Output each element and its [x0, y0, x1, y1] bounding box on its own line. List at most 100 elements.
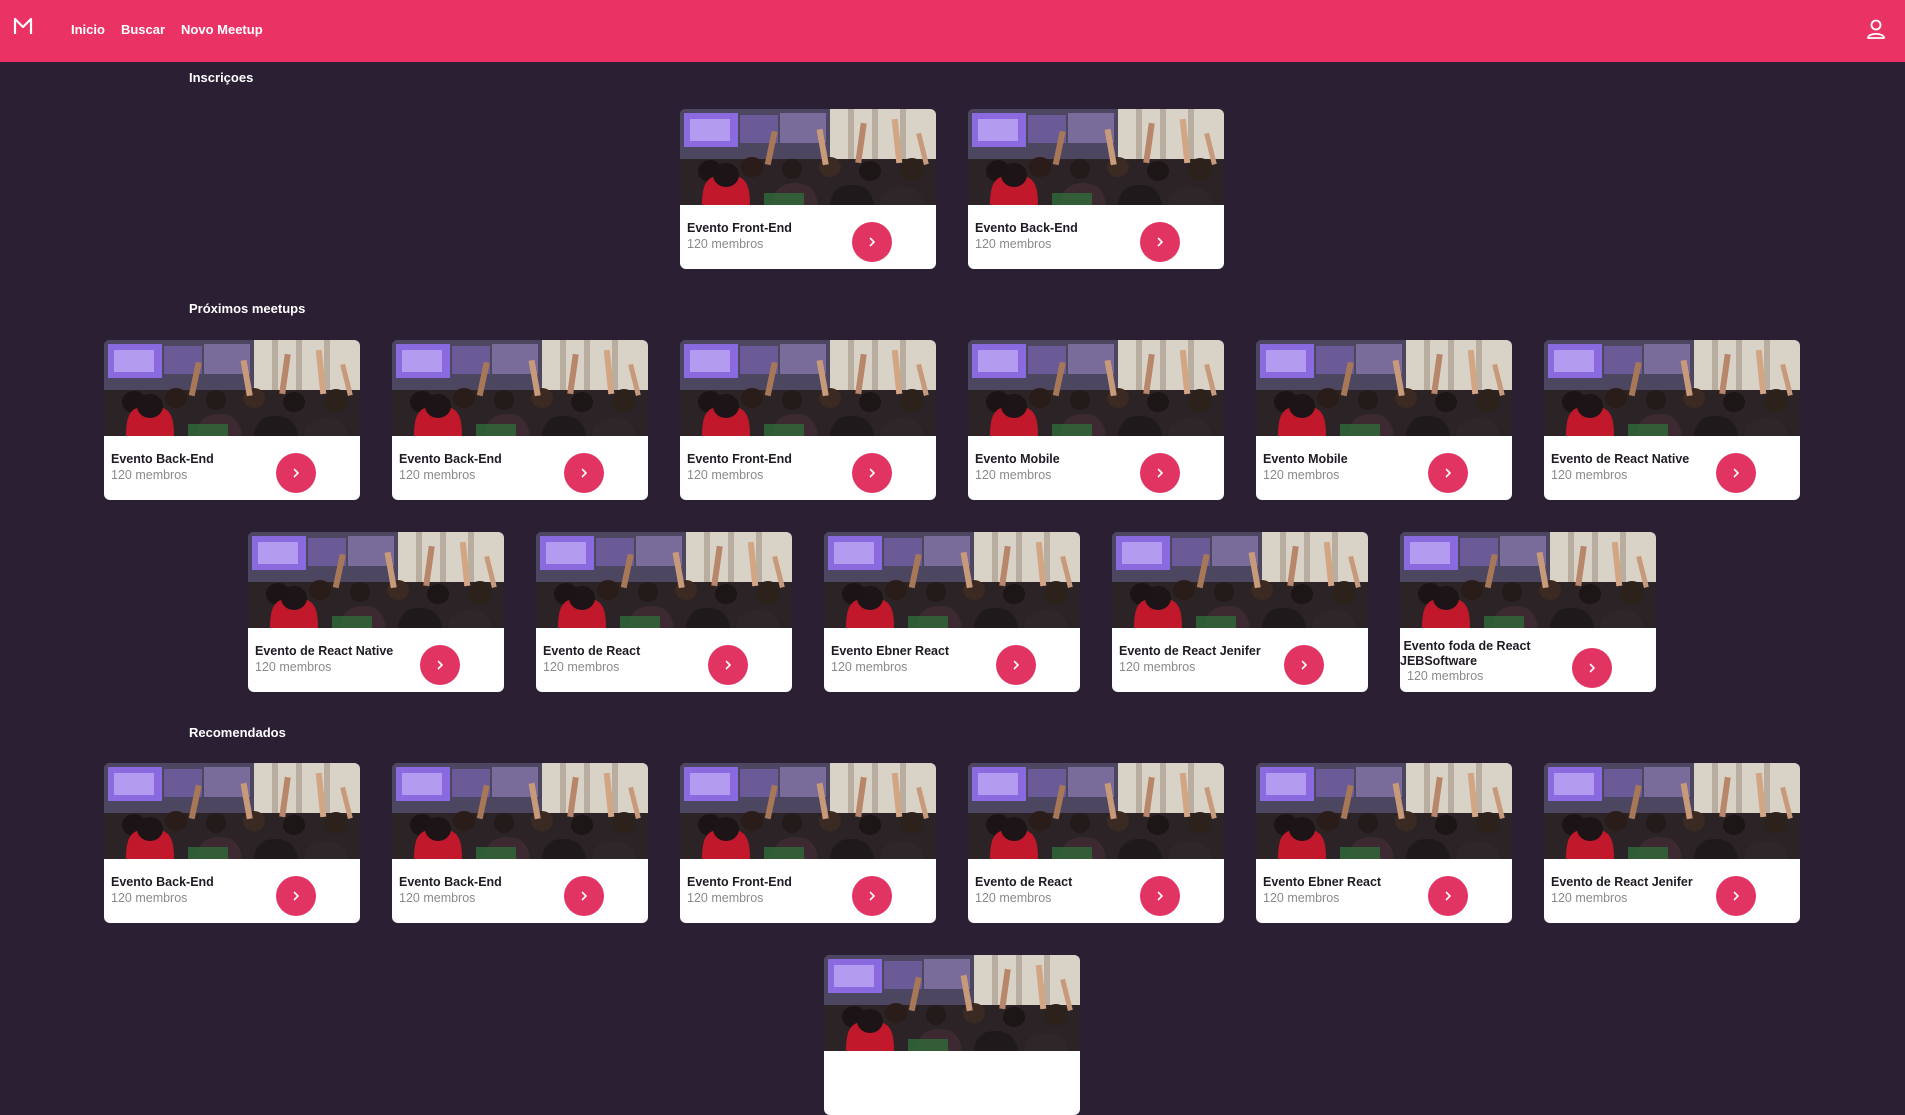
- chevron-right-icon: [293, 468, 299, 478]
- top-navbar: Inicio Buscar Novo Meetup: [0, 0, 1905, 62]
- meetup-card-members: 120 membros: [1407, 669, 1484, 683]
- meetup-logo-icon[interactable]: [13, 16, 33, 36]
- event-photo: [968, 763, 1224, 859]
- open-meetup-button[interactable]: [996, 645, 1036, 685]
- meetup-card-title: Evento de React Jenifer: [1551, 875, 1693, 889]
- event-photo: [824, 532, 1080, 628]
- chevron-right-icon: [869, 468, 875, 478]
- meetup-card[interactable]: Evento de React Native 120 membros: [248, 532, 504, 692]
- meetup-card-members: 120 membros: [975, 891, 1052, 905]
- open-meetup-button[interactable]: [276, 876, 316, 916]
- open-meetup-button[interactable]: [708, 645, 748, 685]
- open-meetup-button[interactable]: [1716, 876, 1756, 916]
- event-photo: [1400, 532, 1656, 628]
- meetup-card-title: Evento Back-End: [111, 452, 214, 466]
- meetup-card[interactable]: Evento Front-End 120 membros: [680, 340, 936, 500]
- meetup-card-members: 120 membros: [687, 891, 764, 905]
- meetup-card[interactable]: Evento de React 120 membros: [536, 532, 792, 692]
- meetup-card-members: 120 membros: [975, 237, 1052, 251]
- open-meetup-button[interactable]: [276, 453, 316, 493]
- open-meetup-button[interactable]: [852, 453, 892, 493]
- chevron-right-icon: [1445, 891, 1451, 901]
- open-meetup-button[interactable]: [852, 876, 892, 916]
- open-meetup-button[interactable]: [852, 222, 892, 262]
- event-photo: [392, 340, 648, 436]
- open-meetup-button[interactable]: [1140, 453, 1180, 493]
- meetup-card-partial[interactable]: [824, 955, 1080, 1115]
- event-photo: [1256, 340, 1512, 436]
- meetup-card-title: Evento Ebner React: [831, 644, 950, 658]
- meetup-card[interactable]: Evento Mobile 120 membros: [1256, 340, 1512, 500]
- meetup-card[interactable]: Evento de React Jenifer 120 membros: [1112, 532, 1368, 692]
- event-photo: [1256, 763, 1512, 859]
- meetup-card[interactable]: Evento foda de React JEBSoftware 120 memb…: [1400, 532, 1656, 692]
- chevron-right-icon: [1157, 891, 1163, 901]
- chevron-right-icon: [437, 660, 443, 670]
- chevron-right-icon: [1157, 237, 1163, 247]
- meetup-card-title: Evento Ebner React: [1263, 875, 1382, 889]
- open-meetup-button[interactable]: [1572, 648, 1612, 688]
- chevron-right-icon: [869, 237, 875, 247]
- chevron-right-icon: [581, 468, 587, 478]
- event-photo: [1544, 340, 1800, 436]
- chevron-right-icon: [1013, 660, 1019, 670]
- open-meetup-button[interactable]: [1428, 453, 1468, 493]
- meetup-card-members: 120 membros: [543, 660, 620, 674]
- recommended-row-2: [824, 955, 1080, 1115]
- meetup-card-title: Evento Front-End: [687, 221, 792, 235]
- meetup-card[interactable]: Evento Ebner React 120 membros: [824, 532, 1080, 692]
- meetup-card[interactable]: Evento Back-End 120 membros: [104, 763, 360, 923]
- meetup-card-members: 120 membros: [687, 237, 764, 251]
- meetup-card[interactable]: Evento Back-End 120 membros: [968, 109, 1224, 269]
- chevron-right-icon: [1445, 468, 1451, 478]
- chevron-right-icon: [293, 891, 299, 901]
- meetup-card[interactable]: Evento Back-End 120 membros: [392, 763, 648, 923]
- event-photo: [680, 763, 936, 859]
- event-photo: [392, 763, 648, 859]
- open-meetup-button[interactable]: [564, 453, 604, 493]
- open-meetup-button[interactable]: [1716, 453, 1756, 493]
- meetup-card-title: Evento Mobile: [1263, 452, 1348, 466]
- meetup-card[interactable]: Evento Back-End 120 membros: [392, 340, 648, 500]
- meetup-card[interactable]: Evento de React Native 120 membros: [1544, 340, 1800, 500]
- meetup-card[interactable]: Evento de React Jenifer 120 membros: [1544, 763, 1800, 923]
- open-meetup-button[interactable]: [1284, 645, 1324, 685]
- chevron-right-icon: [725, 660, 731, 670]
- open-meetup-button[interactable]: [564, 876, 604, 916]
- meetup-card-members: 120 membros: [1263, 468, 1340, 482]
- meetup-card[interactable]: Evento Mobile 120 membros: [968, 340, 1224, 500]
- open-meetup-button[interactable]: [1140, 222, 1180, 262]
- meetup-card-title: Evento Back-End: [111, 875, 214, 889]
- section-title-recomendados: Recomendados: [189, 725, 286, 740]
- nav-novo-meetup-link[interactable]: Novo Meetup: [181, 22, 263, 37]
- open-meetup-button[interactable]: [1140, 876, 1180, 916]
- meetup-card-title: Evento Mobile: [975, 452, 1060, 466]
- meetup-card-members: 120 membros: [1551, 468, 1628, 482]
- recommended-row: Evento Back-End 120 membros Evento Back-E…: [104, 763, 1800, 923]
- nav-buscar-link[interactable]: Buscar: [121, 22, 165, 37]
- event-photo: [680, 340, 936, 436]
- open-meetup-button[interactable]: [1428, 876, 1468, 916]
- meetup-card-title: Evento de React Native: [255, 644, 394, 658]
- upcoming-row-1: Evento Back-End 120 membros Evento Back-E…: [104, 340, 1800, 500]
- meetup-card-members: 120 membros: [255, 660, 332, 674]
- event-photo: [824, 955, 1080, 1051]
- meetup-card[interactable]: Evento de React 120 membros: [968, 763, 1224, 923]
- chevron-right-icon: [1589, 663, 1595, 673]
- open-meetup-button[interactable]: [420, 645, 460, 685]
- event-photo: [680, 109, 936, 205]
- section-title-proximos: Próximos meetups: [189, 301, 306, 316]
- meetup-card[interactable]: Evento Front-End 120 membros: [680, 109, 936, 269]
- meetup-card-members: 120 membros: [1551, 891, 1628, 905]
- meetup-card-members: 120 membros: [399, 891, 476, 905]
- chevron-right-icon: [1733, 891, 1739, 901]
- meetup-card-members: 120 membros: [831, 660, 908, 674]
- chevron-right-icon: [869, 891, 875, 901]
- user-icon[interactable]: [1865, 18, 1887, 40]
- meetup-card[interactable]: Evento Back-End 120 membros: [104, 340, 360, 500]
- meetup-card-title: Evento Back-End: [975, 221, 1078, 235]
- meetup-card-title: Evento Front-End: [687, 452, 792, 466]
- meetup-card[interactable]: Evento Front-End 120 membros: [680, 763, 936, 923]
- nav-inicio-link[interactable]: Inicio: [71, 22, 105, 37]
- meetup-card[interactable]: Evento Ebner React 120 membros: [1256, 763, 1512, 923]
